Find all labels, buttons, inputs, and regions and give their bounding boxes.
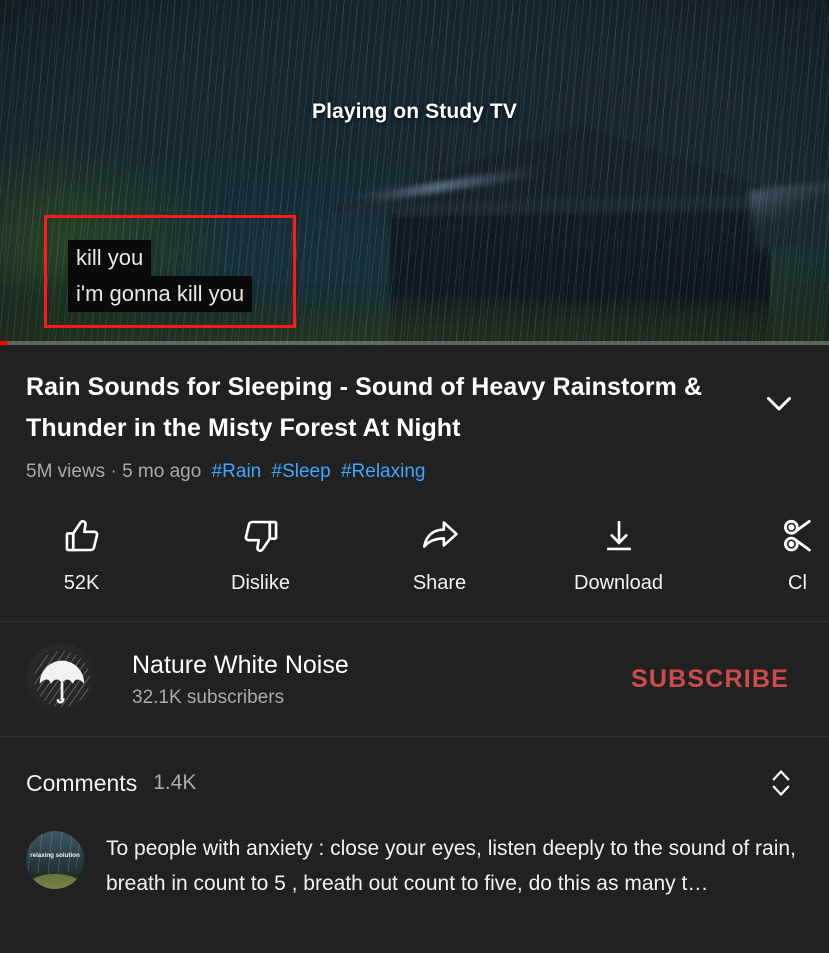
- action-button-row: 52K Dislike Share Download Cl: [0, 494, 829, 622]
- share-arrow-icon: [419, 516, 461, 556]
- subtitle-overlay: kill you i'm gonna kill you: [68, 240, 253, 312]
- share-label: Share: [412, 572, 467, 594]
- channel-row[interactable]: Nature White Noise 32.1K subscribers SUB…: [0, 622, 829, 737]
- channel-subscriber-count: 32.1K subscribers: [132, 686, 285, 708]
- like-button[interactable]: 52K: [0, 516, 171, 595]
- dislike-button[interactable]: Dislike: [171, 516, 350, 595]
- subtitle-line-2: i'm gonna kill you: [68, 276, 253, 312]
- comments-title: Comments: [26, 769, 138, 796]
- svg-text:relaxing solution: relaxing solution: [30, 852, 80, 859]
- umbrella-icon: [31, 648, 93, 710]
- download-button[interactable]: Download: [529, 516, 708, 595]
- comments-count: 1.4K: [153, 771, 197, 794]
- thumbs-down-icon: [240, 516, 282, 556]
- title-row[interactable]: Rain Sounds for Sleeping - Sound of Heav…: [26, 367, 803, 449]
- list-item[interactable]: relaxing solution To people with anxiety…: [26, 831, 803, 901]
- subtitle-line-1: kill you: [68, 240, 152, 276]
- video-frame-far-building: [749, 180, 829, 250]
- chevron-down-icon[interactable]: [755, 379, 803, 427]
- hashtag-relaxing[interactable]: #Relaxing: [341, 461, 426, 482]
- clip-scissors-icon: [777, 516, 819, 556]
- download-icon: [598, 516, 640, 556]
- video-title: Rain Sounds for Sleeping - Sound of Heav…: [26, 373, 703, 442]
- channel-text-block: Nature White Noise 32.1K subscribers: [132, 650, 631, 709]
- comments-section[interactable]: Comments 1.4K relaxing solution To peopl…: [0, 737, 829, 901]
- video-meta-section: Rain Sounds for Sleeping - Sound of Heav…: [0, 345, 829, 494]
- comments-header[interactable]: Comments 1.4K: [26, 761, 803, 805]
- download-label: Download: [574, 572, 663, 594]
- like-count-label: 52K: [63, 572, 100, 594]
- avatar[interactable]: relaxing solution: [26, 831, 84, 889]
- thumbs-up-icon: [61, 516, 103, 556]
- video-player[interactable]: Playing on Study TV kill you i'm gonna k…: [0, 0, 829, 345]
- comment-avatar-image: relaxing solution: [26, 831, 84, 889]
- upload-age: 5 mo ago: [122, 461, 202, 482]
- dislike-label: Dislike: [231, 572, 290, 594]
- share-button[interactable]: Share: [350, 516, 529, 595]
- video-stats-row: 5M views · 5 mo ago #Rain #Sleep #Relaxi…: [26, 460, 803, 484]
- channel-name: Nature White Noise: [132, 650, 349, 679]
- comment-body: To people with anxiety : close your eyes…: [106, 837, 796, 895]
- clip-label: Cl: [788, 572, 807, 594]
- chevron-up-down-icon[interactable]: [759, 761, 803, 805]
- youtube-watch-page: Playing on Study TV kill you i'm gonna k…: [0, 0, 829, 953]
- stats-separator: ·: [110, 461, 117, 482]
- cast-status-text: Playing on Study TV: [312, 100, 517, 123]
- hashtag-rain[interactable]: #Rain: [212, 461, 262, 482]
- subscribe-button[interactable]: SUBSCRIBE: [631, 665, 803, 694]
- umbrella-rain-avatar[interactable]: [26, 643, 98, 715]
- hashtag-sleep[interactable]: #Sleep: [272, 461, 331, 482]
- clip-button[interactable]: Cl: [708, 516, 829, 595]
- view-count: 5M views: [26, 461, 106, 482]
